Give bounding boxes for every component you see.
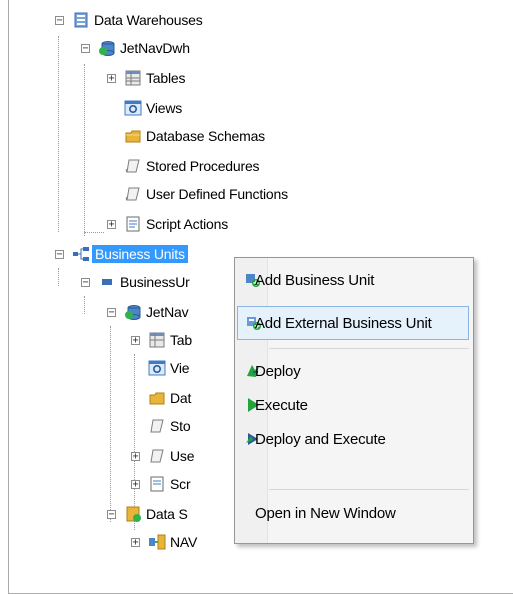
- tree-node-tables-child[interactable]: + Tab: [130, 328, 192, 352]
- menu-item-deploy-and-execute[interactable]: Deploy and Execute: [237, 422, 469, 456]
- node-label: Sto: [170, 418, 191, 434]
- node-label: BusinessUr: [120, 274, 190, 290]
- scroll-icon: [148, 447, 166, 465]
- tree-node-tables[interactable]: + Tables: [106, 66, 185, 90]
- node-label: Vie: [170, 360, 190, 376]
- node-label: Dat: [170, 390, 192, 406]
- expand-toggle-icon[interactable]: +: [130, 331, 148, 349]
- database-stack-icon: [72, 11, 90, 29]
- tree-node-user-defined-functions[interactable]: User Defined Functions: [124, 182, 288, 206]
- tree-node-business-units[interactable]: − Business Units: [54, 242, 188, 266]
- tree-node-stored-procedures[interactable]: Stored Procedures: [124, 154, 260, 178]
- table-icon: [124, 69, 142, 87]
- tree-connector: [84, 64, 85, 236]
- menu-item-label: Add Business Unit: [255, 271, 375, 289]
- menu-item-add-external-business-unit[interactable]: Add External Business Unit: [237, 306, 469, 340]
- node-label: Stored Procedures: [146, 158, 260, 174]
- tree-node-data-warehouses[interactable]: − Data Warehouses: [54, 8, 203, 32]
- menu-separator: [269, 489, 469, 490]
- node-label: JetNavDwh: [120, 40, 190, 56]
- data-warehouse-icon: [98, 39, 116, 57]
- node-label: Data S: [146, 506, 188, 522]
- node-label: Business Units: [92, 245, 188, 263]
- business-unit-icon: [98, 273, 116, 291]
- context-menu: Add Business Unit Add External Business …: [234, 257, 474, 544]
- tree-node-schemas-child[interactable]: Dat: [148, 386, 191, 410]
- collapse-toggle-icon[interactable]: −: [54, 245, 72, 263]
- data-source-connection-icon: [148, 533, 166, 551]
- tree-node-business-unit[interactable]: − BusinessUr: [80, 270, 190, 294]
- scroll-icon: [124, 185, 142, 203]
- tree-connector: [110, 326, 111, 522]
- tree-node-jetnav[interactable]: − JetNav: [106, 300, 189, 324]
- node-label: Tab: [170, 332, 192, 348]
- menu-item-label: Execute: [255, 396, 308, 414]
- node-label: Script Actions: [146, 216, 229, 232]
- collapse-toggle-icon[interactable]: −: [80, 273, 98, 291]
- node-label: Tables: [146, 70, 186, 86]
- menu-item-open-in-new-window[interactable]: Open in New Window: [237, 496, 469, 530]
- tree-connector: [58, 36, 59, 232]
- menu-item-label: Add External Business Unit: [255, 314, 432, 332]
- data-source-icon: [124, 505, 142, 523]
- tree-node-database-schemas[interactable]: Database Schemas: [124, 124, 265, 148]
- view-icon: [148, 359, 166, 377]
- tree-node-script-child[interactable]: + Scr: [130, 472, 191, 496]
- menu-item-deploy[interactable]: Deploy: [237, 354, 469, 388]
- tree-node-nav[interactable]: + NAV: [130, 530, 197, 554]
- node-label: Data Warehouses: [94, 12, 203, 28]
- folder-icon: [148, 389, 166, 407]
- tree-node-views-child[interactable]: Vie: [148, 356, 190, 380]
- table-icon: [148, 331, 166, 349]
- tree-connector: [84, 232, 104, 233]
- view-icon: [124, 99, 142, 117]
- node-label: Use: [170, 448, 195, 464]
- folder-icon: [124, 127, 142, 145]
- node-label: Scr: [170, 476, 191, 492]
- menu-item-label: Open in New Window: [255, 504, 396, 522]
- node-label: NAV: [170, 534, 198, 550]
- node-label: Views: [146, 100, 183, 116]
- scroll-icon: [148, 417, 166, 435]
- script-icon: [124, 215, 142, 233]
- expand-toggle-icon[interactable]: +: [130, 475, 148, 493]
- node-label: User Defined Functions: [146, 186, 288, 202]
- tree-node-script-actions[interactable]: + Script Actions: [106, 212, 228, 236]
- tree-node-jetnavdwh[interactable]: − JetNavDwh: [80, 36, 190, 60]
- tree-node-udf-child[interactable]: + Use: [130, 444, 194, 468]
- node-label: Database Schemas: [146, 128, 265, 144]
- collapse-toggle-icon[interactable]: −: [106, 303, 124, 321]
- menu-item-label: Deploy: [255, 362, 301, 380]
- script-icon: [148, 475, 166, 493]
- expand-toggle-icon[interactable]: +: [106, 69, 124, 87]
- expand-toggle-icon[interactable]: +: [130, 533, 148, 551]
- tree-connector: [84, 296, 85, 314]
- menu-separator: [269, 348, 469, 349]
- collapse-toggle-icon[interactable]: −: [80, 39, 98, 57]
- menu-item-label: Deploy and Execute: [255, 430, 386, 448]
- tree-node-data-sources[interactable]: − Data S: [106, 502, 188, 526]
- business-units-icon: [72, 245, 90, 263]
- tree-node-views[interactable]: Views: [124, 96, 182, 120]
- expand-toggle-icon[interactable]: +: [130, 447, 148, 465]
- node-label: JetNav: [146, 304, 189, 320]
- data-warehouse-icon: [124, 303, 142, 321]
- scroll-icon: [124, 157, 142, 175]
- tree-connector: [58, 268, 59, 286]
- menu-item-execute[interactable]: Execute: [237, 388, 469, 422]
- collapse-toggle-icon[interactable]: −: [54, 11, 72, 29]
- expand-toggle-icon[interactable]: +: [106, 215, 124, 233]
- tree-node-stored-child[interactable]: Sto: [148, 414, 191, 438]
- collapse-toggle-icon[interactable]: −: [106, 505, 124, 523]
- menu-item-add-business-unit[interactable]: Add Business Unit: [237, 263, 469, 297]
